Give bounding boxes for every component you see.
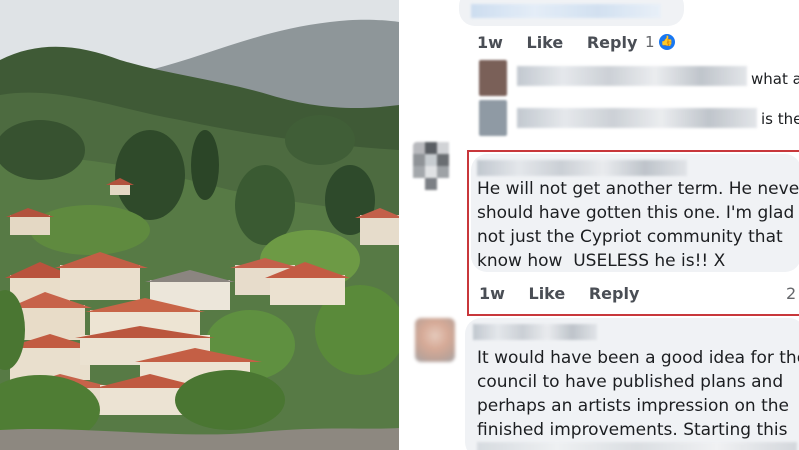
bottom-comment-avatar xyxy=(415,318,455,362)
comments-screenshot: 1w Like Reply 1 👍 what ab is the He will… xyxy=(399,0,799,450)
top-comment-reply-button[interactable]: Reply xyxy=(587,33,638,52)
reply-2-blurred-text xyxy=(517,108,757,128)
village-photo xyxy=(0,0,399,450)
thumbs-up-icon: 👍 xyxy=(659,34,675,50)
reply-2-visible-text: is the xyxy=(761,110,799,128)
reply-2-avatar xyxy=(479,100,507,136)
blurred-commenter-name xyxy=(471,4,661,18)
reply-1-avatar xyxy=(479,60,507,96)
top-comment-time: 1w xyxy=(477,33,503,52)
highlighted-comment-like-button[interactable]: Like xyxy=(529,284,566,303)
highlighted-comment-text: He will not get another term. He never s… xyxy=(477,179,799,271)
highlighted-comment-avatar xyxy=(413,142,453,190)
top-comment-like-button[interactable]: Like xyxy=(527,33,564,52)
top-comment-actions: 1w Like Reply xyxy=(477,33,655,52)
highlighted-comment-time: 1w xyxy=(479,284,505,303)
bottom-comment-text: It would have been a good idea for the c… xyxy=(477,348,799,440)
highlighted-comment-reply-button[interactable]: Reply xyxy=(589,284,640,303)
highlighted-comment-right-count: 2 xyxy=(786,284,797,303)
top-comment-reaction-count: 1 xyxy=(645,33,655,51)
highlighted-commenter-name-blurred xyxy=(477,160,687,176)
bottom-commenter-name-blurred xyxy=(473,324,597,340)
highlighted-comment-actions: 1w Like Reply xyxy=(479,284,657,303)
bottom-comment-cutoff-line xyxy=(477,442,797,450)
reply-1-blurred-text xyxy=(517,66,747,86)
village-landscape-image xyxy=(0,0,399,450)
reply-1-visible-text: what ab xyxy=(751,70,799,88)
